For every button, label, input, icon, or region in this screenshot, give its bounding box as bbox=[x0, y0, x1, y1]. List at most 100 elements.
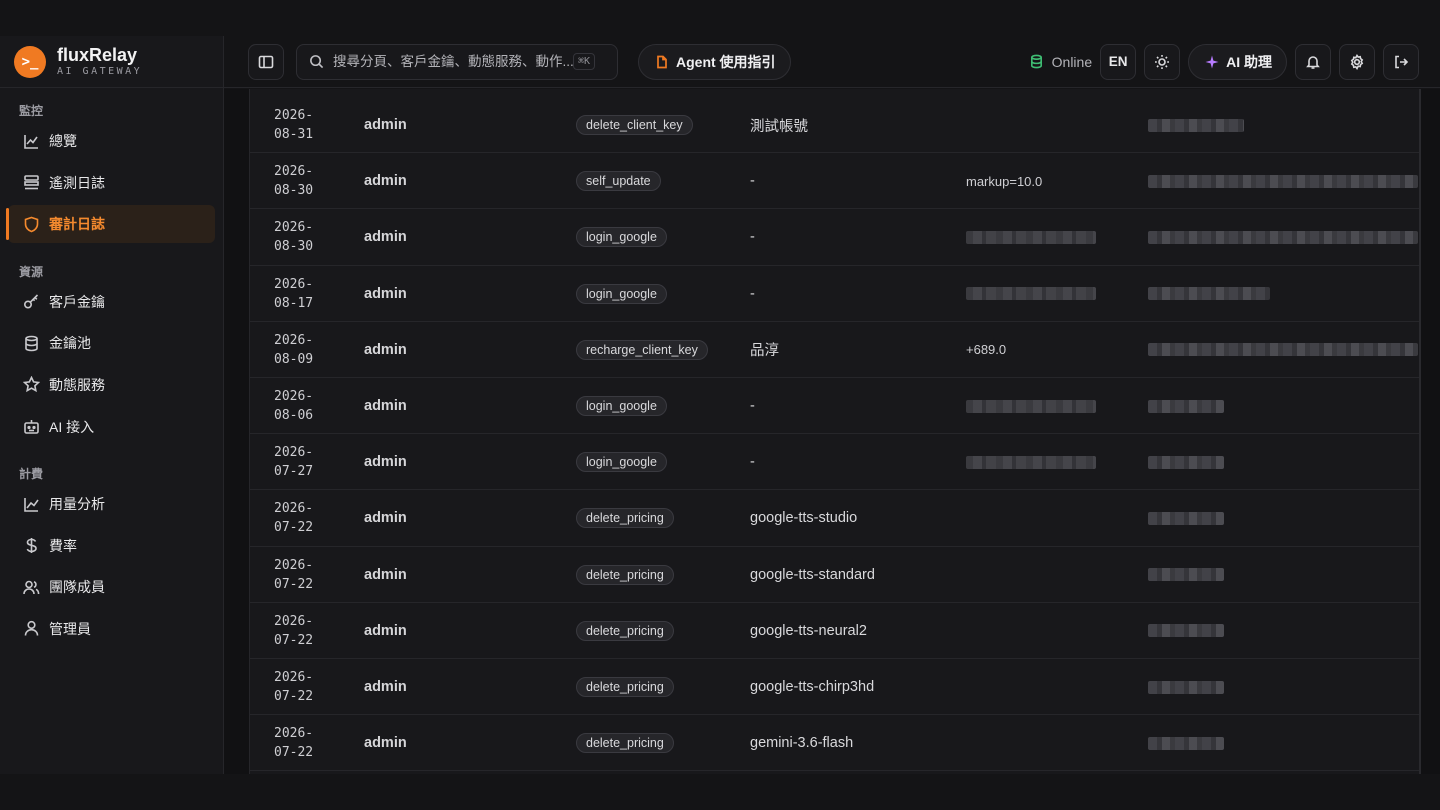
redacted-ip bbox=[1148, 568, 1224, 582]
audit-log-table[interactable]: 2026- 08-31 admin delete_client_key 測試帳號 202… bbox=[249, 89, 1421, 774]
sidebar-item-label: 團隊成員 bbox=[49, 579, 105, 596]
ip-cell bbox=[1148, 322, 1418, 378]
sidebar-section-heading: 資源 bbox=[19, 264, 44, 279]
date-cell: 2026- 08-09 bbox=[274, 332, 314, 367]
target-cell: - bbox=[750, 398, 755, 414]
action-badge[interactable]: recharge_client_key bbox=[576, 339, 708, 360]
ip-cell bbox=[1148, 547, 1224, 603]
action-badge[interactable]: delete_pricing bbox=[576, 508, 674, 529]
brand[interactable]: >_ fluxRelay AI GATEWAY bbox=[0, 36, 223, 88]
target-cell: 品淳 bbox=[750, 343, 779, 360]
action-badge[interactable]: delete_pricing bbox=[576, 733, 674, 754]
detail-cell-text: markup=10.0 bbox=[966, 173, 1043, 189]
sidebar-item[interactable]: 審計日誌 bbox=[6, 205, 215, 244]
ip-cell bbox=[1148, 266, 1270, 322]
redacted-ip bbox=[1148, 174, 1418, 188]
user-cell: admin bbox=[364, 454, 407, 471]
global-search[interactable]: ⌘K bbox=[296, 43, 618, 80]
action-badge[interactable]: login_google bbox=[576, 452, 667, 473]
action-badge[interactable]: login_google bbox=[576, 396, 667, 416]
sidebar-item[interactable]: 客戶金鑰 bbox=[8, 283, 215, 321]
date-cell: 2026- 07-22 bbox=[274, 501, 314, 536]
date-cell: 2026- 07-27 bbox=[274, 445, 314, 480]
table-row[interactable]: 2026- 08-30 admin self_update - markup=10.0 bbox=[250, 153, 1419, 210]
redacted-detail bbox=[966, 287, 1096, 301]
sidebar-item-label: 動態服務 bbox=[49, 376, 105, 393]
redacted-ip bbox=[1148, 343, 1418, 357]
sidebar-item[interactable]: 用量分析 bbox=[8, 485, 215, 523]
table-row[interactable]: 2026- 08-09 admin recharge_client_key 品淳 +68… bbox=[250, 322, 1419, 378]
sidebar: >_ fluxRelay AI GATEWAY 監控 總覽 遙測日誌 審計日誌 資源 客戶… bbox=[0, 36, 224, 774]
team-icon bbox=[22, 578, 40, 596]
redacted-ip bbox=[1148, 680, 1224, 694]
action-badge[interactable]: login_google bbox=[576, 283, 667, 304]
table-row[interactable]: 2026- 08-31 admin delete_client_key 測試帳號 bbox=[250, 97, 1419, 154]
table-row[interactable]: 2026- 07-22 admin delete_pricing google-tts… bbox=[250, 490, 1419, 547]
database-icon bbox=[22, 334, 40, 352]
redacted-ip bbox=[1148, 624, 1224, 638]
action-badge[interactable]: login_google bbox=[576, 227, 667, 248]
date-cell: 2026- 07-22 bbox=[274, 557, 314, 592]
sidebar-item-label: 客戶金鑰 bbox=[49, 293, 105, 310]
target-cell: - bbox=[750, 454, 755, 471]
detail-cell bbox=[966, 434, 1096, 490]
table-row[interactable]: 2026- 07-22 admin delete_pricing google-tts… bbox=[250, 603, 1419, 659]
action-badge[interactable]: delete_client_key bbox=[576, 115, 693, 135]
table-row[interactable]: 2026- 08-17 admin login_google - bbox=[250, 266, 1419, 322]
notifications-button[interactable] bbox=[1295, 43, 1331, 80]
sidebar-item[interactable]: 費率 bbox=[8, 527, 215, 565]
action-badge[interactable]: delete_pricing bbox=[576, 564, 674, 585]
language-toggle-button[interactable]: EN bbox=[1100, 43, 1137, 80]
document-icon bbox=[657, 55, 667, 68]
agent-guide-label: Agent 使用指引 bbox=[676, 53, 776, 70]
user-cell: admin bbox=[364, 398, 407, 414]
redacted-detail bbox=[966, 399, 1096, 413]
sidebar-item[interactable]: 團隊成員 bbox=[8, 568, 215, 606]
table-row[interactable]: 2026- 07-22 admin delete_pricing google-tts… bbox=[250, 659, 1419, 716]
ai-assistant-button[interactable]: AI 助理 bbox=[1188, 43, 1287, 80]
top-margin bbox=[0, 0, 1440, 36]
user-icon bbox=[22, 620, 40, 638]
detail-cell bbox=[966, 378, 1096, 434]
sidebar-toggle-icon bbox=[258, 55, 274, 68]
star-icon bbox=[22, 376, 40, 394]
sidebar-item[interactable]: 遙測日誌 bbox=[8, 164, 215, 202]
logout-button[interactable] bbox=[1383, 43, 1419, 80]
line-chart-icon bbox=[22, 132, 40, 150]
user-cell: admin bbox=[364, 341, 407, 358]
target-cell: gemini-3.6-flash bbox=[750, 735, 854, 752]
redacted-ip bbox=[1148, 399, 1224, 413]
detail-cell: markup=10.0 bbox=[966, 153, 1042, 209]
action-badge[interactable]: self_update bbox=[576, 171, 661, 192]
detail-cell bbox=[966, 209, 1096, 265]
theme-toggle-button[interactable] bbox=[1144, 43, 1181, 80]
redacted-detail bbox=[966, 455, 1096, 469]
table-row[interactable]: 2026- 07-22 admin delete_pricing gemini-3.6… bbox=[250, 715, 1419, 772]
search-icon bbox=[310, 55, 324, 69]
sidebar-toggle-button[interactable] bbox=[248, 43, 284, 80]
target-cell: - bbox=[750, 229, 755, 246]
action-badge[interactable]: delete_pricing bbox=[576, 677, 674, 697]
sidebar-item[interactable]: 總覽 bbox=[8, 122, 215, 160]
sidebar-item[interactable]: 動態服務 bbox=[8, 366, 215, 404]
target-cell: - bbox=[750, 285, 755, 302]
sidebar-item[interactable]: AI 接入 bbox=[8, 408, 215, 446]
search-input[interactable] bbox=[333, 54, 573, 69]
sidebar-item[interactable]: 金鑰池 bbox=[8, 324, 215, 362]
table-row[interactable]: 2026- 08-30 admin login_google - bbox=[250, 209, 1419, 266]
sidebar-item-label: 審計日誌 bbox=[49, 216, 105, 233]
sidebar-nav: 監控 總覽 遙測日誌 審計日誌 資源 客戶金鑰 金鑰池 動態服務 AI 接入 計費 用量分析 費率 團隊… bbox=[0, 88, 223, 648]
agent-guide-button[interactable]: Agent 使用指引 bbox=[638, 43, 791, 80]
sidebar-item[interactable]: 管理員 bbox=[8, 610, 215, 648]
table-row[interactable]: 2026- 08-06 admin login_google - bbox=[250, 378, 1419, 435]
user-cell: admin bbox=[364, 510, 407, 527]
trend-chart-icon bbox=[22, 495, 40, 513]
table-row[interactable]: 2026- 07-27 admin login_google - bbox=[250, 434, 1419, 491]
table-row[interactable]: 2026- 07-22 admin delete_pricing google-tts… bbox=[250, 547, 1419, 603]
settings-button[interactable] bbox=[1339, 43, 1375, 80]
user-cell: admin bbox=[364, 117, 407, 133]
robot-icon bbox=[22, 418, 40, 436]
action-badge[interactable]: delete_pricing bbox=[576, 620, 674, 641]
sidebar-item-label: 遙測日誌 bbox=[49, 174, 105, 191]
